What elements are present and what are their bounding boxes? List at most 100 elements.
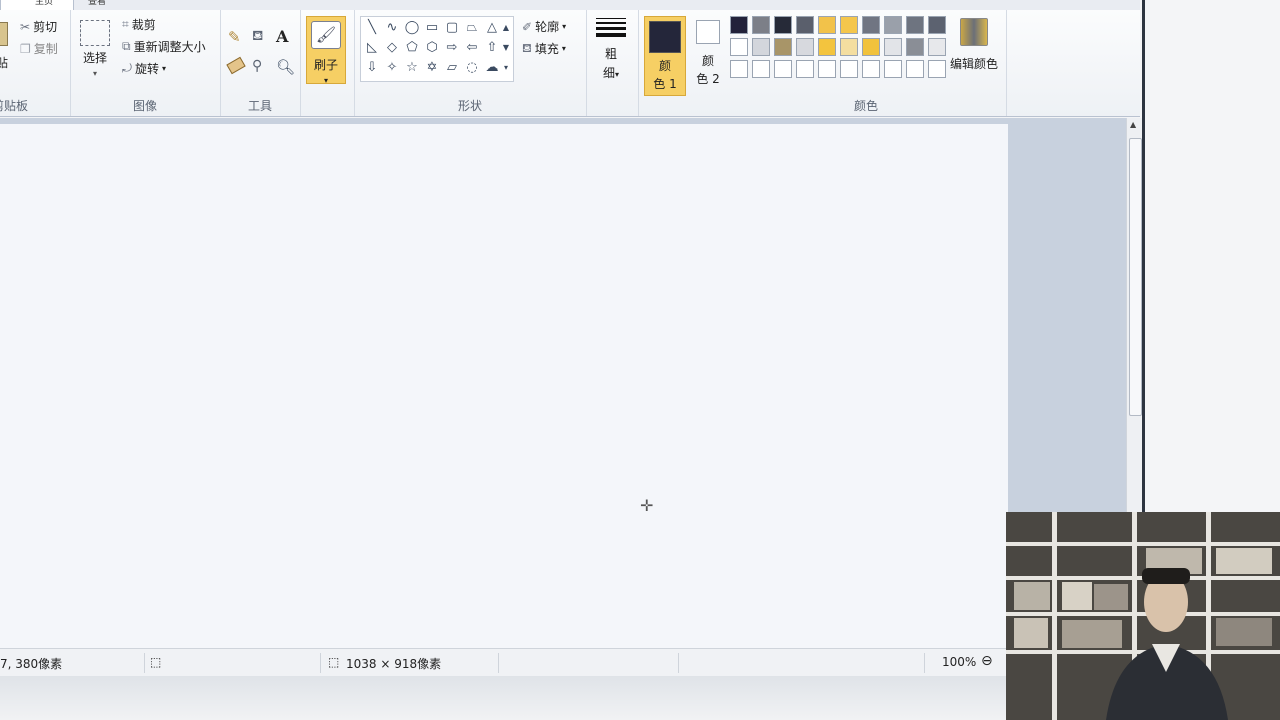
five-point-star-shape-icon[interactable]: ☆ (403, 59, 421, 77)
color-swatch[interactable] (796, 16, 814, 34)
status-divider (924, 653, 925, 673)
select-label: 选择 (82, 51, 107, 65)
cut-label: 剪切 (33, 20, 58, 34)
eraser-button[interactable] (226, 56, 246, 75)
zoom-out-icon[interactable]: ⊖ (981, 653, 993, 669)
color-swatch[interactable] (840, 60, 858, 78)
rotate-button[interactable]: ⤾ 旋转 ▾ (122, 60, 166, 77)
left-arrow-shape-icon[interactable]: ⇦ (463, 39, 481, 57)
color-swatch[interactable] (752, 16, 770, 34)
down-arrow-shape-icon[interactable]: ⇩ (363, 59, 381, 77)
color2-swatch (696, 20, 720, 44)
pencil-icon: ✎ (228, 28, 241, 46)
polygon-shape-icon[interactable]: ⏢ (463, 19, 481, 37)
resize-button[interactable]: ⧉ 重新调整大小 (122, 38, 206, 55)
zoom-level: 100% (942, 655, 977, 669)
right-triangle-shape-icon[interactable]: ◺ (363, 39, 381, 57)
paste-label-button[interactable]: 粘贴 (0, 54, 8, 71)
pencil-button[interactable]: ✎ (228, 28, 241, 46)
copy-icon: ❐ (20, 41, 31, 56)
drawing-canvas[interactable] (0, 124, 1008, 648)
color-picker-button[interactable]: ⚲ (252, 58, 262, 74)
curve-shape-icon[interactable]: ∿ (383, 19, 401, 37)
color-swatch[interactable] (730, 60, 748, 78)
color-swatch[interactable] (928, 38, 946, 56)
paint-bucket-icon: ⛾ (252, 28, 264, 44)
six-point-star-shape-icon[interactable]: ✡ (423, 59, 441, 77)
oval-callout-shape-icon[interactable]: ◌ (463, 59, 481, 77)
cut-button[interactable]: ✂ 剪切 (20, 18, 57, 35)
outline-icon: ✐ (522, 19, 533, 34)
color-swatch[interactable] (862, 60, 880, 78)
canvas-size: 1038 × 918像素 (346, 657, 442, 671)
color-swatch[interactable] (730, 38, 748, 56)
chevron-down-icon: ▾ (323, 76, 328, 85)
gallery-expand-icon[interactable]: ▾ (501, 59, 511, 77)
paste-button[interactable] (0, 22, 8, 46)
color-swatch[interactable] (906, 16, 924, 34)
color-swatch[interactable] (752, 38, 770, 56)
text-button[interactable]: A (276, 27, 288, 46)
image-group: 选择 ▾ ⌗ 裁剪 ⧉ 重新调整大小 ⤾ 旋转 ▾ 图像 (70, 10, 221, 116)
color-swatch[interactable] (906, 38, 924, 56)
rect-callout-shape-icon[interactable]: ▱ (443, 59, 461, 77)
up-arrow-shape-icon[interactable]: ⇧ (483, 39, 501, 57)
color-swatch[interactable] (862, 16, 880, 34)
color-swatch[interactable] (884, 60, 902, 78)
color-swatch[interactable] (928, 60, 946, 78)
color-swatch[interactable] (906, 60, 924, 78)
copy-button[interactable]: ❐ 复制 (20, 40, 58, 57)
color-swatch[interactable] (752, 60, 770, 78)
rounded-rectangle-shape-icon[interactable]: ▢ (443, 19, 461, 37)
cloud-callout-shape-icon[interactable]: ☁ (483, 59, 501, 77)
chevron-down-icon: ▾ (162, 64, 167, 73)
scroll-down-icon[interactable]: ▼ (501, 39, 511, 57)
color-swatch[interactable] (840, 16, 858, 34)
color-swatch[interactable] (840, 38, 858, 56)
eraser-icon (226, 56, 246, 75)
crop-button[interactable]: ⌗ 裁剪 (122, 16, 156, 33)
color2-button[interactable]: 颜 色 2 (692, 20, 724, 87)
color-swatch[interactable] (884, 16, 902, 34)
fill-button[interactable]: ⛾ (252, 28, 263, 46)
color-swatch[interactable] (818, 38, 836, 56)
edit-colors-button[interactable]: 编辑颜色 (950, 18, 998, 72)
hexagon-shape-icon[interactable]: ⬡ (423, 39, 441, 57)
four-point-star-shape-icon[interactable]: ✧ (383, 59, 401, 77)
color-swatch[interactable] (884, 38, 902, 56)
scroll-up-arrow-icon[interactable]: ▲ (1130, 120, 1136, 129)
pentagon-shape-icon[interactable]: ⬠ (403, 39, 421, 57)
color-swatch[interactable] (774, 16, 792, 34)
fill-shape-button[interactable]: ⛾ 填充 ▾ (522, 40, 566, 57)
line-shape-icon[interactable]: ╲ (363, 19, 381, 37)
color-swatch[interactable] (774, 38, 792, 56)
color-swatch[interactable] (818, 16, 836, 34)
magnifier-button[interactable]: 🔍︎ (276, 58, 295, 76)
tools-group: ✎ ⛾ A ⚲ 🔍︎ 工具 (220, 10, 301, 116)
webcam-overlay (1006, 512, 1280, 720)
status-divider (498, 653, 499, 673)
color1-button[interactable]: 颜 色 1 (644, 16, 686, 96)
right-arrow-shape-icon[interactable]: ⇨ (443, 39, 461, 57)
color-swatch[interactable] (818, 60, 836, 78)
color-swatch[interactable] (730, 16, 748, 34)
diamond-shape-icon[interactable]: ◇ (383, 39, 401, 57)
chevron-down-icon: ▾ (615, 70, 620, 79)
select-button[interactable]: 选择 ▾ (80, 20, 110, 78)
size-button[interactable]: 粗 细▾ (596, 18, 626, 81)
color-swatch[interactable] (796, 60, 814, 78)
color1-label-top: 颜 (658, 59, 671, 73)
brush-button[interactable]: 🖌︎ 刷子 ▾ (306, 16, 346, 85)
fill-icon: ⛾ (522, 40, 532, 55)
scroll-up-icon[interactable]: ▲ (501, 19, 511, 37)
color-swatch[interactable] (862, 38, 880, 56)
tab-view[interactable]: 查看 (88, 0, 106, 10)
rectangle-shape-icon[interactable]: ▭ (423, 19, 441, 37)
color-swatch[interactable] (928, 16, 946, 34)
color-swatch[interactable] (774, 60, 792, 78)
triangle-shape-icon[interactable]: △ (483, 19, 501, 37)
outline-button[interactable]: ✐ 轮廓 ▾ (522, 18, 566, 35)
color-swatch[interactable] (796, 38, 814, 56)
scrollbar-thumb[interactable] (1129, 138, 1142, 416)
oval-shape-icon[interactable]: ◯ (403, 19, 421, 37)
